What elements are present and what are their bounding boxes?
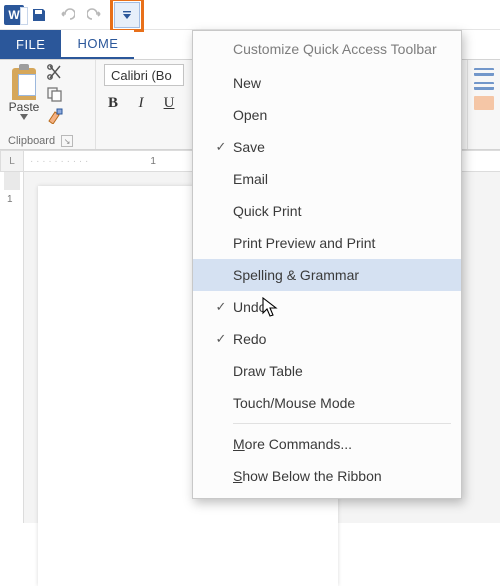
cut-icon[interactable] [46, 64, 64, 80]
save-icon [31, 7, 47, 23]
dropdown-icon [122, 10, 132, 20]
vertical-ruler[interactable]: 1 [0, 172, 24, 523]
paste-label: Paste [9, 100, 40, 114]
redo-icon [87, 7, 103, 23]
menu-title: Customize Quick Access Toolbar [193, 31, 461, 67]
shading-icon[interactable] [474, 96, 494, 110]
menu-item-redo[interactable]: ✓Redo [193, 323, 461, 355]
paste-icon [8, 64, 40, 100]
menu-item-draw-table[interactable]: Draw Table [193, 355, 461, 387]
qat-save-button[interactable] [26, 3, 52, 27]
underline-button[interactable]: U [160, 94, 178, 112]
menu-item-email[interactable]: Email [193, 163, 461, 195]
ruler-corner: L [0, 150, 24, 172]
title-bar: W [0, 0, 500, 30]
menu-item-spelling-grammar[interactable]: Spelling & Grammar [193, 259, 461, 291]
v-ruler-mark-1: 1 [7, 194, 13, 205]
group-paragraph-partial [468, 60, 500, 149]
word-app-icon: W [4, 5, 24, 25]
menu-item-print-preview[interactable]: Print Preview and Print [193, 227, 461, 259]
paste-button[interactable]: Paste [8, 64, 40, 120]
menu-item-show-below-ribbon[interactable]: Show Below the Ribbon [193, 460, 461, 492]
group-clipboard: Paste Clipboard ↘ [0, 60, 96, 149]
font-name-combo[interactable]: Calibri (Bo [104, 64, 184, 86]
menu-item-save[interactable]: ✓Save [193, 131, 461, 163]
undo-icon [59, 7, 75, 23]
qat-customize-button[interactable] [114, 2, 140, 28]
qat-customize-menu: Customize Quick Access Toolbar New Open … [192, 30, 462, 499]
format-painter-icon[interactable] [46, 108, 64, 124]
qat-redo-button[interactable] [82, 3, 108, 27]
check-icon: ✓ [209, 331, 233, 347]
menu-item-touch-mouse[interactable]: Touch/Mouse Mode [193, 387, 461, 419]
group-clipboard-label: Clipboard [8, 135, 55, 147]
check-icon: ✓ [209, 139, 233, 155]
italic-button[interactable]: I [132, 94, 150, 112]
tab-obscured[interactable] [134, 30, 166, 59]
copy-icon[interactable] [46, 86, 64, 102]
tab-home[interactable]: HOME [61, 30, 134, 59]
qat-undo-button[interactable] [54, 3, 80, 27]
menu-item-quick-print[interactable]: Quick Print [193, 195, 461, 227]
menu-item-undo[interactable]: ✓Undo [193, 291, 461, 323]
menu-item-more-commands[interactable]: More Commands... [193, 428, 461, 460]
tab-file[interactable]: FILE [0, 30, 61, 59]
menu-item-new[interactable]: New [193, 67, 461, 99]
bold-button[interactable]: B [104, 94, 122, 112]
clipboard-dialog-launcher[interactable]: ↘ [61, 135, 73, 147]
h-ruler-mark-1: 1 [150, 156, 156, 167]
align-icon[interactable] [474, 82, 494, 90]
qat-customize-highlight [110, 0, 144, 32]
menu-separator [233, 423, 451, 424]
chevron-down-icon [20, 114, 28, 120]
check-icon: ✓ [209, 299, 233, 315]
bullets-icon[interactable] [474, 68, 494, 76]
menu-item-open[interactable]: Open [193, 99, 461, 131]
